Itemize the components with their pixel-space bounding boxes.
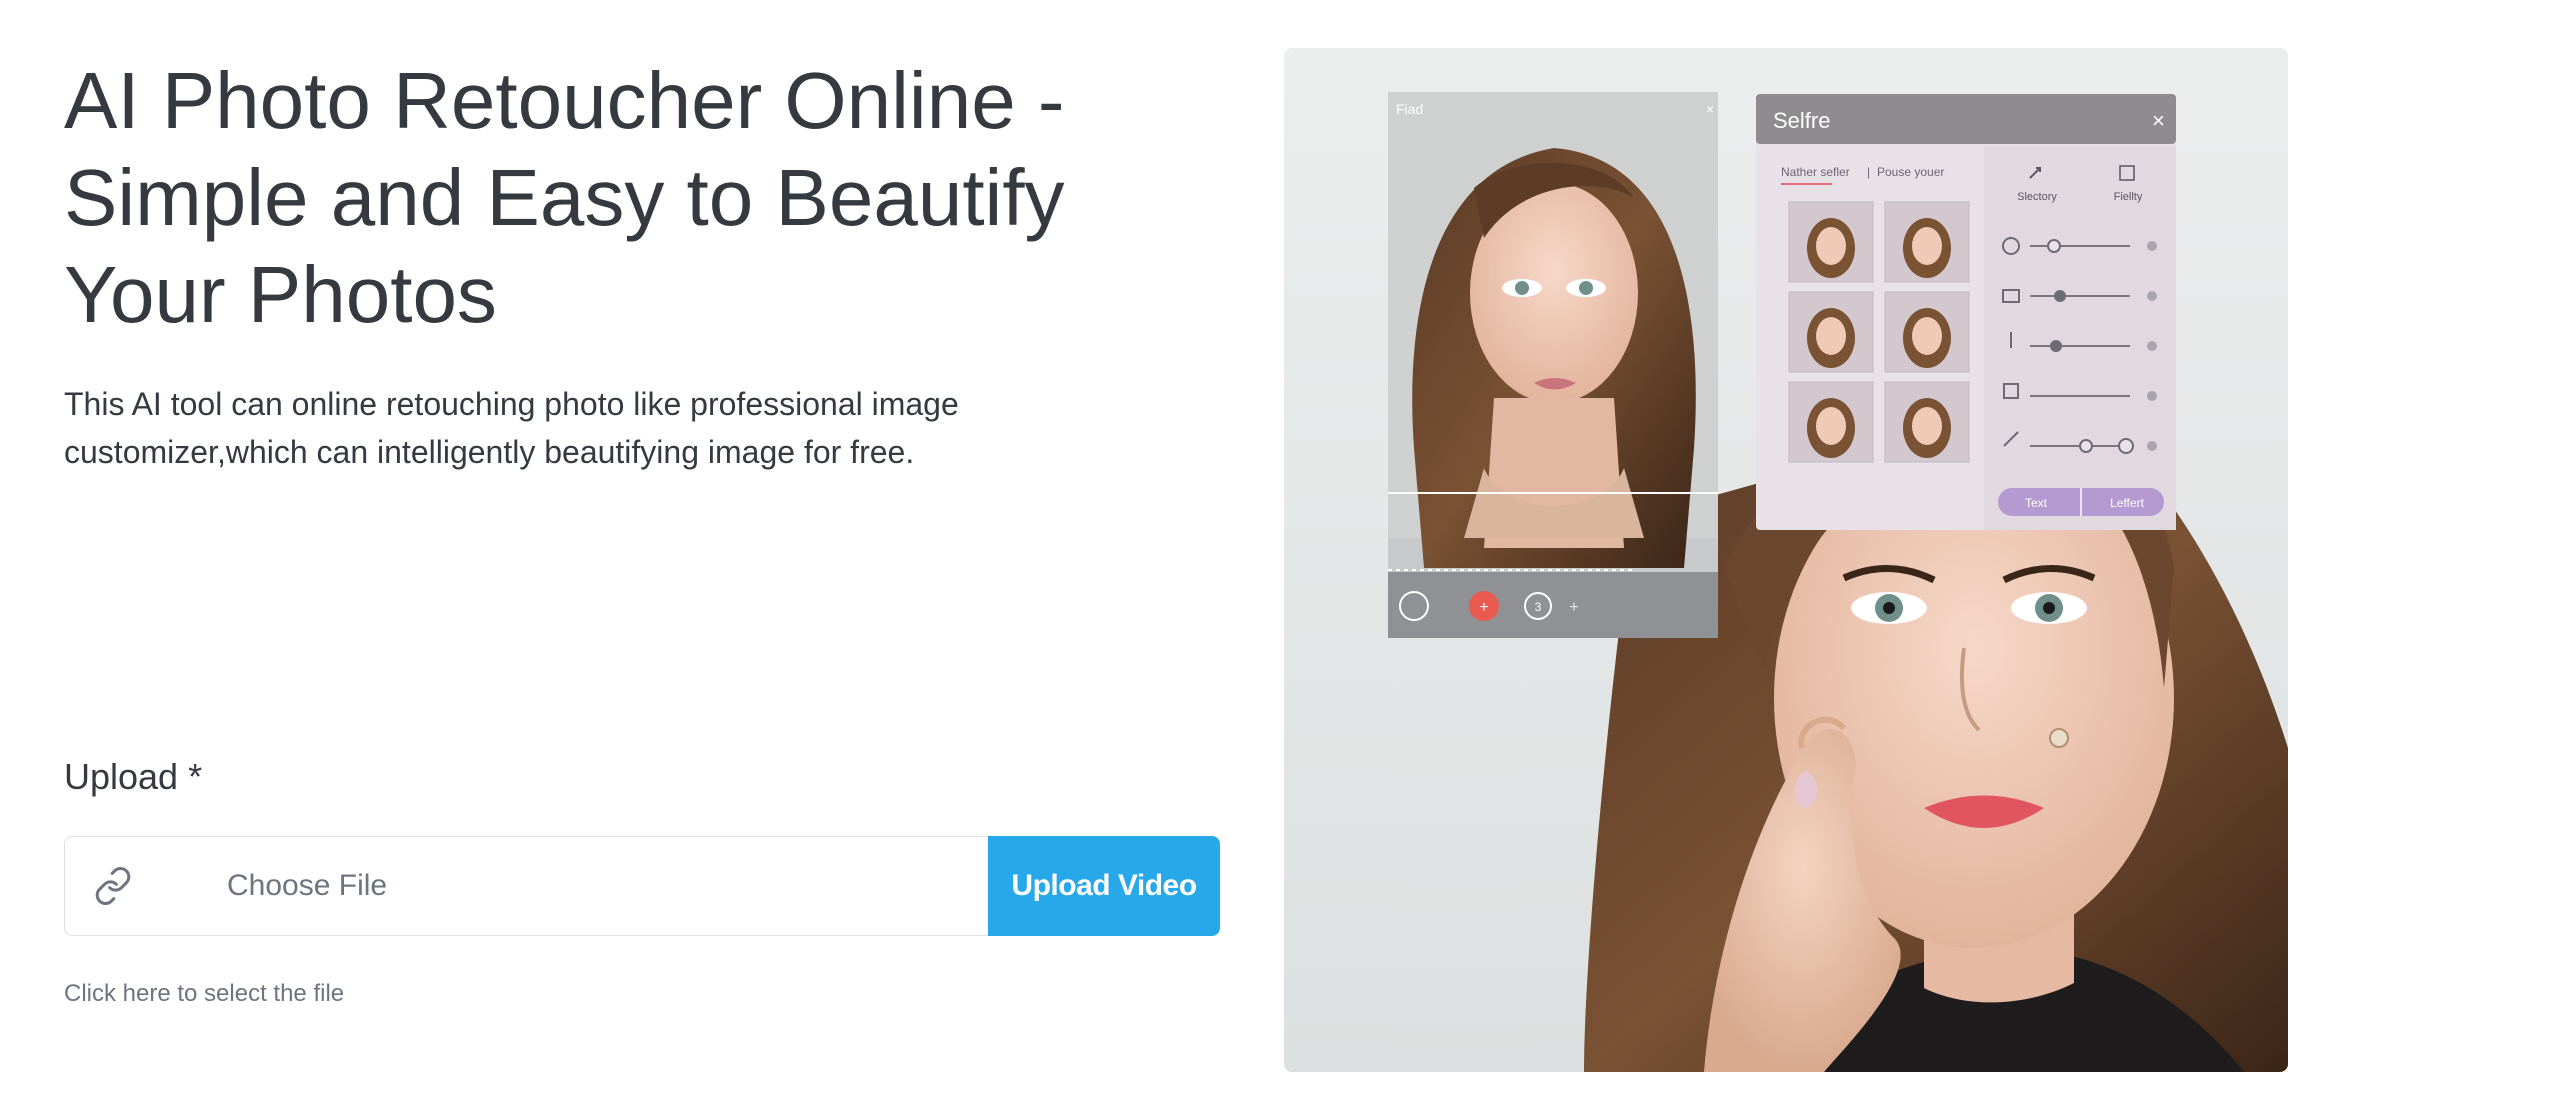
file-placeholder: Choose File [227, 869, 388, 902]
svg-text:+: + [1569, 599, 1578, 616]
page-description: This AI tool can online retouching photo… [64, 386, 959, 470]
upload-group: Choose File Upload Video [64, 836, 1220, 936]
editor-badge: 3 [1535, 600, 1542, 614]
file-hint: Click here to select the file [64, 980, 345, 1007]
hero-image: + 3 + Fiad × Selfre × Nather sefler | Po… [1284, 48, 2288, 1072]
selfre-panel: Selfre × Nather sefler | Pouse youer Sle… [1756, 94, 2176, 530]
tool-2-label: Fiellty [2114, 191, 2143, 203]
svg-text:×: × [2152, 108, 2165, 133]
panel-tab-2: Pouse youer [1877, 165, 1944, 179]
panel-btn-right: Leffert [2110, 496, 2144, 510]
editor-title: Fiad [1396, 101, 1423, 117]
upload-label: Upload * [64, 756, 203, 797]
page-title: AI Photo Retoucher Online - Simple and E… [64, 56, 1065, 339]
link-icon [65, 837, 161, 935]
svg-text:+: + [1479, 599, 1488, 616]
svg-text:×: × [1706, 101, 1714, 117]
tool-1-label: Slectory [2017, 191, 2057, 203]
file-input[interactable]: Choose File [64, 836, 988, 936]
panel-tab-1: Nather sefler [1781, 165, 1850, 179]
panel-title: Selfre [1773, 108, 1830, 133]
svg-text:|: | [1867, 165, 1870, 179]
editor-window: + 3 + Fiad × [1388, 92, 1718, 638]
panel-btn-left: Text [2025, 496, 2048, 510]
upload-video-button[interactable]: Upload Video [988, 836, 1220, 936]
